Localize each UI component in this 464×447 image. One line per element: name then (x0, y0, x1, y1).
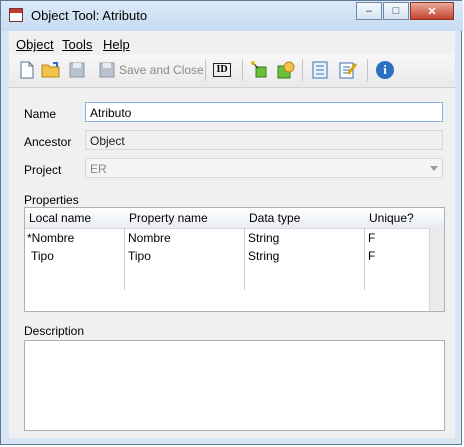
toolbar-separator (302, 59, 303, 81)
table-cell: Tipo (128, 249, 151, 263)
table-cell: Nombre (128, 231, 171, 245)
menu-bar: Object Tools Help (9, 31, 455, 55)
graph-icon (251, 61, 267, 78)
table-cell: F (368, 249, 376, 263)
id-icon: ID (213, 63, 231, 77)
table-cell: F (368, 231, 376, 245)
name-input[interactable]: Atributo (85, 102, 443, 122)
project-select[interactable]: ER (85, 158, 443, 178)
app-icon (9, 8, 23, 22)
menu-tools[interactable]: Tools (62, 37, 92, 52)
toolbar: Save and Close ID i (9, 55, 455, 88)
maximize-button[interactable]: □ (383, 2, 409, 20)
info-icon: i (376, 61, 394, 79)
new-icon (20, 61, 34, 79)
toolbar-separator (205, 59, 206, 81)
column-header[interactable]: Property name (129, 211, 208, 225)
column-header[interactable]: Unique? (369, 211, 414, 225)
column-header[interactable]: Data type (249, 211, 300, 225)
save-button[interactable] (66, 59, 88, 81)
project-select-value: ER (90, 162, 107, 176)
table-cell: String (248, 249, 280, 263)
client-area: Object Tools Help Save and Close ID i Na… (9, 31, 455, 438)
toolbar-separator (367, 59, 368, 81)
object-tool-window: Object Tool: Atributo – □ ✕ Object Tools… (0, 0, 463, 445)
table-cell: *Nombre (27, 231, 75, 245)
toolbar-separator (242, 59, 243, 81)
menu-help[interactable]: Help (103, 37, 130, 52)
ancestor-field: Object (85, 130, 443, 150)
table-row[interactable]: Tipo Tipo String F (25, 248, 429, 266)
shapes-button[interactable] (275, 59, 297, 81)
table-cell: String (248, 231, 280, 245)
save-and-close-button[interactable]: Save and Close (119, 63, 204, 77)
table-cell: Tipo (31, 249, 54, 263)
description-textarea[interactable] (24, 340, 445, 431)
description-label: Description (24, 324, 85, 338)
save-close-icon (99, 62, 115, 78)
title-bar[interactable]: Object Tool: Atributo – □ ✕ (1, 1, 463, 31)
menu-help-label: Help (103, 37, 130, 52)
id-button[interactable]: ID (210, 59, 234, 81)
edit-button[interactable] (337, 59, 359, 81)
properties-scrollbar[interactable] (429, 228, 444, 311)
chevron-down-icon (430, 166, 438, 171)
close-button[interactable]: ✕ (410, 2, 454, 20)
column-divider (244, 228, 245, 290)
column-divider (364, 228, 365, 290)
new-button[interactable] (16, 59, 38, 81)
edit-icon (339, 62, 358, 79)
save-and-close-icon-button[interactable] (96, 59, 118, 81)
minimize-button[interactable]: – (356, 2, 382, 20)
window-title: Object Tool: Atributo (31, 8, 148, 23)
column-header[interactable]: Local name (29, 211, 91, 225)
save-icon (69, 62, 85, 78)
menu-object-label: Object (16, 37, 54, 52)
graph-button[interactable] (249, 59, 271, 81)
column-divider (124, 228, 125, 290)
menu-tools-label: Tools (62, 37, 93, 52)
info-button[interactable]: i (374, 59, 396, 81)
properties-label: Properties (24, 193, 79, 207)
table-row[interactable]: *Nombre Nombre String F (25, 230, 429, 248)
properties-table-header: Local name Property name Data type Uniqu… (25, 208, 444, 229)
name-label: Name (24, 107, 57, 121)
shapes-icon (277, 61, 295, 79)
menu-object[interactable]: Object (16, 37, 54, 52)
ancestor-label: Ancestor (24, 135, 72, 149)
properties-icon (312, 61, 328, 79)
properties-table[interactable]: Local name Property name Data type Uniqu… (24, 207, 445, 312)
open-button[interactable] (40, 59, 62, 81)
open-icon (41, 62, 60, 78)
project-label: Project (24, 163, 62, 177)
properties-button[interactable] (309, 59, 331, 81)
